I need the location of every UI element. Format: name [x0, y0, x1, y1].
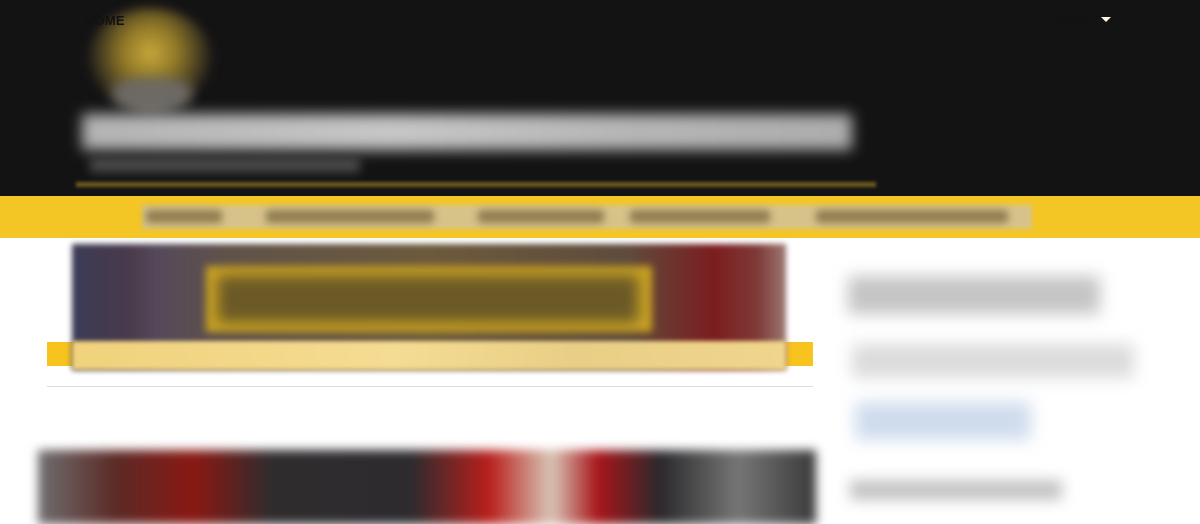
site-tagline — [90, 158, 360, 172]
site-logo-emblem — [112, 78, 192, 112]
nav-item-about[interactable]: ABOUT — [1053, 13, 1100, 28]
chevron-down-icon[interactable] — [1101, 17, 1111, 22]
sidebar-widget-title — [848, 276, 1100, 314]
sidebar-widget-link[interactable] — [855, 402, 1031, 440]
nav-item[interactable] — [146, 210, 222, 223]
featured-image[interactable] — [38, 450, 816, 524]
site-title[interactable] — [82, 114, 852, 150]
nav-item-home[interactable]: HOME — [85, 13, 125, 28]
nav-item[interactable] — [630, 210, 770, 223]
sidebar-widget-text — [852, 344, 1134, 378]
nav-item[interactable] — [266, 210, 434, 223]
header-divider — [76, 182, 876, 187]
nav-item[interactable] — [478, 210, 604, 223]
banner-ad-text — [218, 276, 638, 322]
sidebar-widget-title — [850, 480, 1062, 500]
content-divider — [47, 386, 813, 387]
nav-item[interactable] — [816, 210, 1008, 223]
banner-ad-footer — [72, 341, 786, 370]
